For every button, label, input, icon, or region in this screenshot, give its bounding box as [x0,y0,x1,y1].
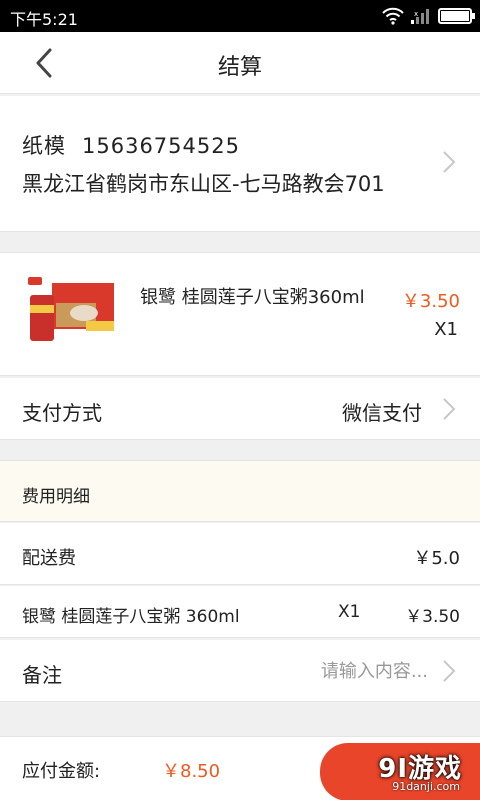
watermark: 9Ⅰ游戏 91danji.com [300,740,480,800]
chevron-right-icon [443,151,456,173]
signal-icon: x [411,9,429,24]
item-fee-label: 银鹭 桂圆莲子八宝粥 360ml [22,607,240,627]
total-label: 应付金额: [22,761,101,782]
fee-details-header: 费用明细 [0,460,480,522]
payment-label: 支付方式 [22,401,102,425]
item-fee-value: ￥3.50 [405,607,460,627]
payment-value: 微信支付 [342,401,422,425]
status-time: 下午5:21 [10,10,78,29]
payment-method-row[interactable]: 支付方式 微信支付 [0,378,480,440]
status-bar: 下午5:21 x [0,0,480,32]
total-amount: ￥8.50 [162,761,221,782]
address-phone: 15636754525 [82,134,240,158]
chevron-right-icon [443,660,456,682]
address-detail: 黑龙江省鹤岗市东山区-七马路教会701 [22,172,385,196]
fee-details-title: 费用明细 [22,487,90,507]
battery-icon [438,8,475,24]
product-qty: X1 [434,319,458,340]
remark-row[interactable]: 备注 [0,640,480,702]
wifi-icon [382,7,404,25]
watermark-site: 91danji.com [392,780,460,793]
nav-bar: 结算 [0,32,480,94]
remark-label: 备注 [22,663,62,687]
product-name: 银鹭 桂圆莲子八宝粥360ml [140,287,365,308]
remark-input[interactable] [228,654,428,688]
svg-text:x: x [414,10,418,18]
item-fee-row: 银鹭 桂圆莲子八宝粥 360ml X1 ￥3.50 [0,586,480,638]
address-name: 纸模 [22,134,66,158]
item-fee-qty: X1 [338,602,361,622]
product-price: ￥3.50 [401,291,460,312]
page-title: 结算 [217,55,262,80]
delivery-fee-label: 配送费 [22,548,76,569]
delivery-fee-row: 配送费 ￥5.0 [0,523,480,585]
delivery-fee-value: ￥5.0 [413,548,460,569]
address-contact: 纸模 15636754525 [22,130,240,160]
product-row: 银鹭 桂圆莲子八宝粥360ml ￥3.50 X1 [0,252,480,376]
product-image [26,273,118,349]
chevron-right-icon [443,398,456,420]
address-row[interactable]: 纸模 15636754525 黑龙江省鹤岗市东山区-七马路教会701 [0,96,480,232]
status-icons: x [382,6,475,26]
